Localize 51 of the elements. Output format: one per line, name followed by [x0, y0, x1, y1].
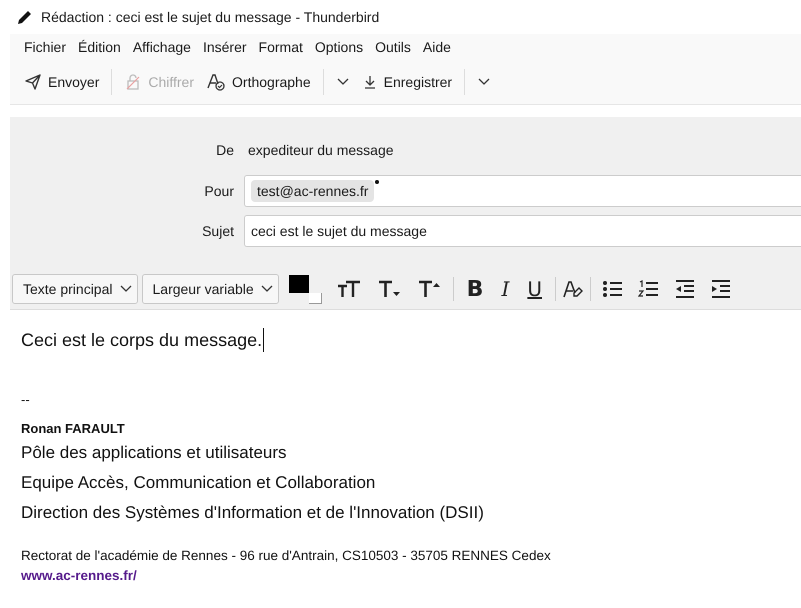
caret-icon — [260, 284, 274, 294]
dot-icon — [375, 180, 380, 184]
numbered-list-icon[interactable] — [638, 279, 660, 299]
text-style-button[interactable]: B — [460, 276, 490, 302]
signature-line: Pôle des applications et utilisateurs — [21, 442, 288, 464]
send-icon — [24, 73, 42, 91]
menu-item[interactable]: Aide — [416, 39, 457, 55]
from-value: expediteur du message — [247, 142, 395, 158]
menu-item[interactable]: Outils — [369, 39, 417, 55]
menu-item[interactable]: Affichage — [126, 39, 197, 55]
subject-label: Sujet — [201, 223, 234, 239]
toolbar-button[interactable]: Enregistrer — [356, 67, 458, 97]
toolbar-button[interactable]: Orthographe — [200, 67, 317, 97]
text-color-swatch[interactable] — [288, 275, 309, 293]
menu-item[interactable]: Format — [252, 39, 309, 55]
caret-icon — [118, 284, 132, 294]
caret-icon — [477, 77, 492, 87]
padlock-icon — [124, 73, 142, 91]
outdent-icon[interactable] — [674, 279, 696, 299]
menu-item[interactable]: Fichier — [18, 39, 72, 55]
clear-formatting-icon[interactable] — [562, 278, 584, 300]
pencil-icon — [16, 8, 33, 26]
to-label: Pour — [203, 183, 234, 199]
bulleted-list-icon[interactable] — [602, 279, 624, 299]
increase-font-size-icon[interactable] — [416, 279, 441, 299]
paragraph-format-dropdown[interactable]: Texte principal — [12, 274, 138, 304]
signature-separator: -- — [21, 391, 31, 409]
signature-name: Ronan FARAULT — [21, 420, 126, 438]
background-color-swatch[interactable] — [308, 293, 322, 304]
signature-line: Direction des Systèmes d'Information et de l'Innovation (DSII) — [21, 502, 485, 524]
message-text: Ceci est le corps du message. — [21, 328, 264, 352]
toolbar-button[interactable]: Envoyer — [18, 67, 106, 97]
subject-field[interactable]: ceci est le sujet du message — [244, 215, 801, 247]
from-label: De — [215, 142, 234, 158]
indent-icon[interactable] — [710, 279, 732, 299]
menu-item[interactable]: Insérer — [196, 39, 253, 55]
to-field[interactable]: test@ac-rennes.fr — [244, 175, 801, 207]
spellcheck-icon — [206, 73, 226, 91]
menu-item[interactable]: Options — [308, 39, 370, 55]
text-style-button[interactable]: U — [520, 277, 549, 301]
text-style-button[interactable]: I — [494, 277, 516, 301]
window-title: Rédaction : ceci est le sujet du message - Thunderbird — [41, 9, 380, 25]
decrease-font-size-icon[interactable] — [376, 279, 401, 299]
font-dropdown[interactable]: Largeur variable — [142, 274, 279, 304]
recipient-pill[interactable]: test@ac-rennes.fr — [251, 180, 374, 202]
menu-item[interactable]: Édition — [72, 39, 127, 55]
caret-icon — [336, 77, 350, 87]
reset-font-size-icon[interactable] — [336, 279, 361, 299]
website-link[interactable]: www.ac-rennes.fr/ — [21, 568, 137, 583]
signature-address: Rectorat de l'académie de Rennes - 96 rue d'Antrain, CS10503 - 35705 RENNES Cedex — [21, 547, 552, 565]
signature-line: Equipe Accès, Communication et Collaboration — [21, 472, 376, 494]
